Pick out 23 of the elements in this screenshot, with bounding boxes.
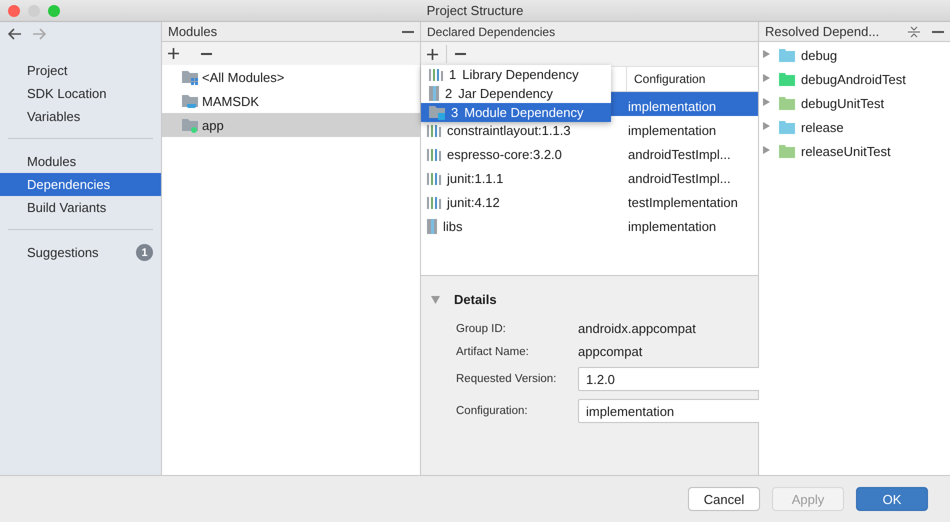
window-title: Project Structure (426, 3, 524, 18)
configuration-value: implementation (628, 99, 716, 114)
panel-title: Resolved Depend... (765, 24, 880, 39)
dependency-name: junit:4.12 (447, 195, 500, 210)
panel-title: Modules (168, 24, 218, 39)
section-title: Details (454, 292, 497, 307)
dependency-name: libs (443, 219, 463, 234)
configuration-value: implementation (628, 123, 716, 138)
field-label: Group ID: (456, 322, 507, 334)
configuration-value: implementation (628, 219, 716, 234)
dependency-name: junit:1.1.1 (447, 171, 504, 186)
field-value: appcompat (578, 344, 644, 359)
configuration-value: androidTestImpl... (628, 171, 731, 186)
field-label: Artifact Name: (456, 346, 530, 358)
field-label: Requested Version: (456, 373, 558, 385)
count-badge: 1 (136, 244, 153, 261)
field-label: Configuration: (456, 405, 529, 417)
dependency-name: constraintlayout:1.1.3 (447, 123, 571, 138)
panel-title: Declared Dependencies (427, 24, 556, 38)
configuration-value: androidTestImpl... (628, 147, 731, 162)
field-value: androidx.appcompat (578, 321, 697, 336)
dependency-name: espresso-core:3.2.0 (447, 147, 562, 162)
configuration-value: testImplementation (628, 195, 738, 210)
